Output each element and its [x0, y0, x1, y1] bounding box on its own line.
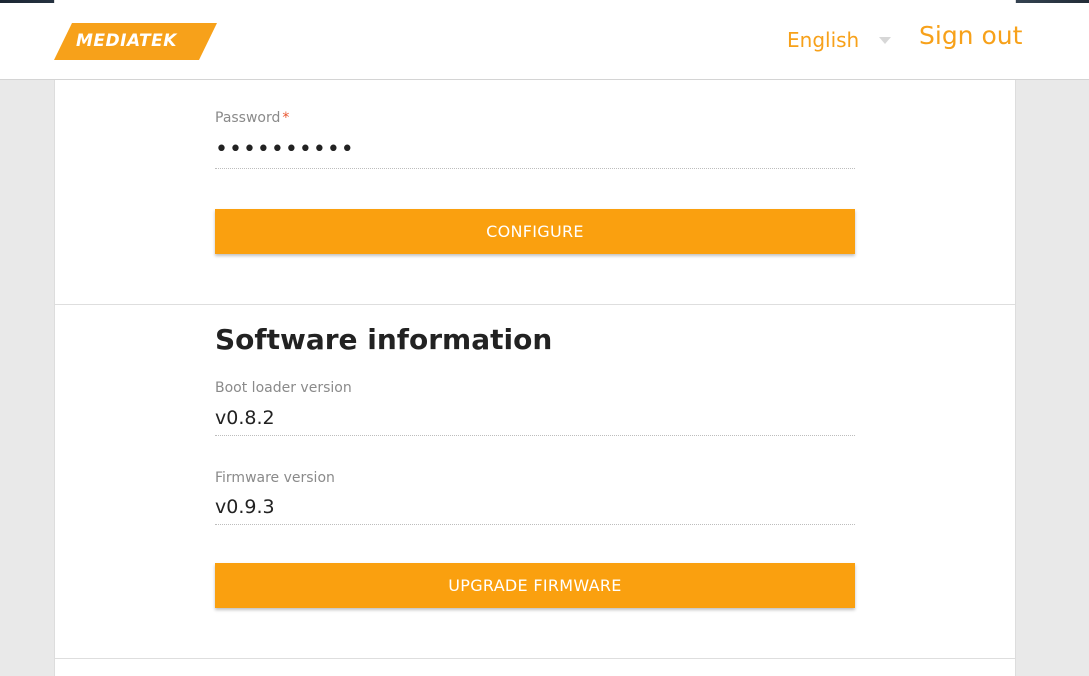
bootloader-label: Boot loader version	[215, 380, 352, 396]
top-header: MEDIATEK English Sign out	[0, 3, 1089, 80]
language-label: English	[787, 28, 860, 52]
required-mark: *	[282, 110, 290, 126]
language-selector[interactable]: English	[787, 25, 897, 55]
sign-out-link[interactable]: Sign out	[919, 21, 1022, 50]
section-divider	[55, 304, 1015, 305]
settings-card: Password * •••••••••• CONFIGURE Software …	[54, 0, 1016, 676]
password-input[interactable]: ••••••••••	[215, 137, 855, 169]
firmware-version-field: v0.9.3	[215, 496, 855, 525]
firmware-label: Firmware version	[215, 470, 335, 486]
configure-button[interactable]: CONFIGURE	[215, 209, 855, 254]
chevron-down-icon	[879, 37, 891, 44]
mediatek-logo[interactable]: MEDIATEK	[54, 23, 217, 60]
logo-text: MEDIATEK	[76, 31, 177, 51]
upgrade-firmware-button[interactable]: UPGRADE FIRMWARE	[215, 563, 855, 608]
section-divider-bottom	[55, 658, 1015, 659]
bootloader-version-field: v0.8.2	[215, 407, 855, 436]
software-section-title: Software information	[215, 323, 553, 356]
password-label: Password *	[215, 110, 290, 126]
